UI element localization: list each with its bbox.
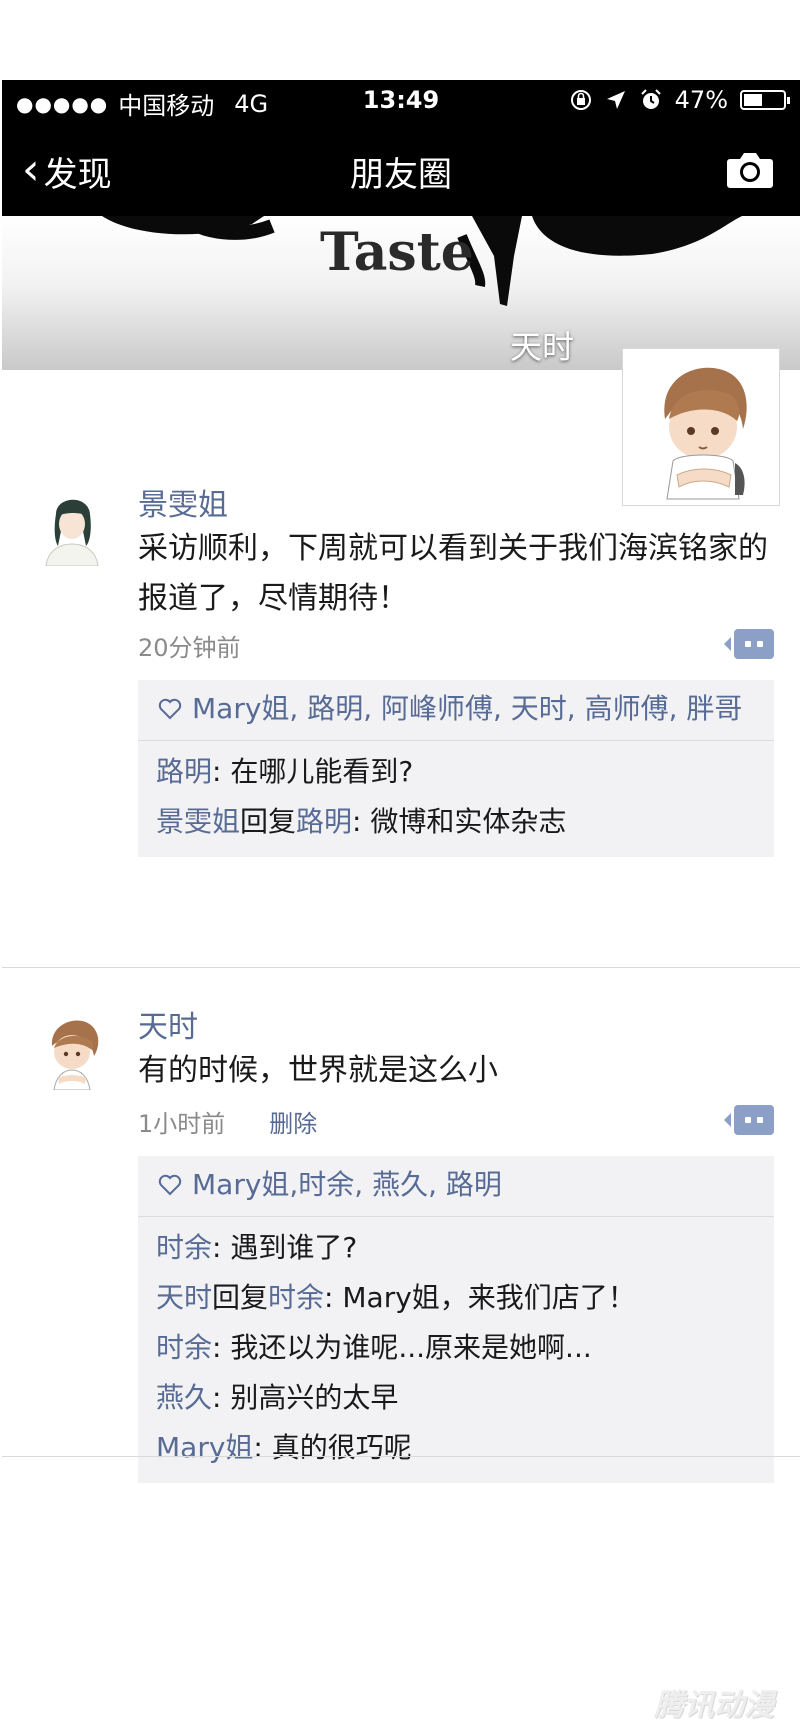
likes-names[interactable]: Mary姐,时余, 燕久, 路明 xyxy=(192,1168,502,1201)
comments-box: Mary姐, 路明, 阿峰师傅, 天时, 高师傅, 胖哥 路明: 在哪儿能看到?… xyxy=(138,680,774,857)
phone-screen: ●●●●● 中国移动 4G 13:49 47% ‹ 发现 朋友圈 Taste 天… xyxy=(2,80,800,1719)
camera-icon[interactable] xyxy=(726,151,774,189)
rotation-lock-icon xyxy=(570,90,591,110)
reply-target[interactable]: 时余 xyxy=(268,1281,324,1314)
comment-text: : Mary姐，来我们店了！ xyxy=(324,1281,636,1314)
likes-names[interactable]: Mary姐, 路明, 阿峰师傅, 天时, 高师傅, 胖哥 xyxy=(192,692,742,725)
location-icon xyxy=(606,91,625,109)
comment-text: : 别高兴的太早 xyxy=(212,1381,399,1414)
post-divider xyxy=(2,1456,800,1457)
comment-row[interactable]: 路明: 在哪儿能看到? xyxy=(156,747,756,797)
heart-icon xyxy=(158,1174,182,1196)
cover-user-name: 天时 xyxy=(510,328,575,366)
post-content: 采访顺利，下周就可以看到关于我们海滨铭家的报道了，尽情期待！ xyxy=(138,531,768,616)
author-avatar[interactable] xyxy=(32,1010,112,1090)
comment-text: : 在哪儿能看到? xyxy=(212,755,414,788)
avatar-illustration xyxy=(664,367,747,500)
post-meta: 1小时前 删除 xyxy=(138,1104,317,1139)
comment-author[interactable]: 路明 xyxy=(156,755,212,788)
post-author[interactable]: 景雯姐 xyxy=(138,480,228,524)
reply-word: 回复 xyxy=(240,805,297,838)
reply-target[interactable]: 路明 xyxy=(296,805,352,838)
delete-link[interactable]: 删除 xyxy=(269,1104,317,1139)
comment-text: : 我还以为谁呢...原来是她啊... xyxy=(212,1331,592,1364)
cover-image[interactable]: Taste 天时 xyxy=(2,216,800,370)
likes-row: Mary姐,时余, 燕久, 路明 xyxy=(138,1156,774,1217)
comment-author[interactable]: 时余 xyxy=(156,1331,212,1364)
comment-author[interactable]: 燕久 xyxy=(156,1381,212,1414)
more-actions-button[interactable] xyxy=(724,629,774,659)
comment-list: 时余: 遇到谁了? 天时回复时余: Mary姐，来我们店了！ 时余: 我还以为谁… xyxy=(138,1217,774,1483)
comment-row[interactable]: 天时回复时余: Mary姐，来我们店了！ xyxy=(156,1273,756,1323)
post-time: 1小时前 xyxy=(138,1110,226,1138)
comment-row[interactable]: 景雯姐回复路明: 微博和实体杂志 xyxy=(156,797,756,847)
post-meta: 20分钟前 xyxy=(138,628,241,663)
battery-icon xyxy=(740,90,790,110)
profile-avatar[interactable] xyxy=(622,348,780,506)
comment-text: : 微博和实体杂志 xyxy=(352,805,567,838)
battery-percent: 47% xyxy=(674,86,728,114)
comment-text: : 遇到谁了? xyxy=(212,1231,358,1264)
comment-author[interactable]: 景雯姐 xyxy=(156,805,240,838)
nav-bar: ‹ 发现 朋友圈 xyxy=(2,123,800,216)
comment-author[interactable]: 天时 xyxy=(156,1281,212,1314)
comment-author[interactable]: Mary姐 xyxy=(156,1431,253,1464)
page-title: 朋友圈 xyxy=(350,155,452,195)
heart-icon xyxy=(158,698,182,720)
status-right: 47% xyxy=(569,86,790,114)
comments-box: Mary姐,时余, 燕久, 路明 时余: 遇到谁了? 天时回复时余: Mary姐… xyxy=(138,1156,774,1483)
comment-text: : 真的很巧呢 xyxy=(253,1431,412,1464)
reply-word: 回复 xyxy=(212,1281,269,1314)
post-content: 有的时候，世界就是这么小 xyxy=(138,1053,498,1088)
likes-row: Mary姐, 路明, 阿峰师傅, 天时, 高师傅, 胖哥 xyxy=(138,680,774,741)
post-divider xyxy=(2,967,800,968)
comment-row[interactable]: 时余: 我还以为谁呢...原来是她啊... xyxy=(156,1323,756,1373)
comment-row[interactable]: 时余: 遇到谁了? xyxy=(156,1223,756,1273)
cover-brand-text: Taste xyxy=(320,222,474,283)
post-author[interactable]: 天时 xyxy=(138,1002,198,1046)
post-time: 20分钟前 xyxy=(138,634,241,662)
author-avatar[interactable] xyxy=(32,486,112,566)
alarm-icon xyxy=(640,89,661,109)
comment-row[interactable]: 燕久: 别高兴的太早 xyxy=(156,1373,756,1423)
status-bar: ●●●●● 中国移动 4G 13:49 47% xyxy=(2,80,800,123)
comment-list: 路明: 在哪儿能看到? 景雯姐回复路明: 微博和实体杂志 xyxy=(138,741,774,857)
comment-author[interactable]: 时余 xyxy=(156,1231,212,1264)
more-actions-button[interactable] xyxy=(724,1105,774,1135)
watermark-logo: 腾讯动漫 xyxy=(654,1688,774,1723)
comment-row[interactable]: Mary姐: 真的很巧呢 xyxy=(156,1423,756,1473)
